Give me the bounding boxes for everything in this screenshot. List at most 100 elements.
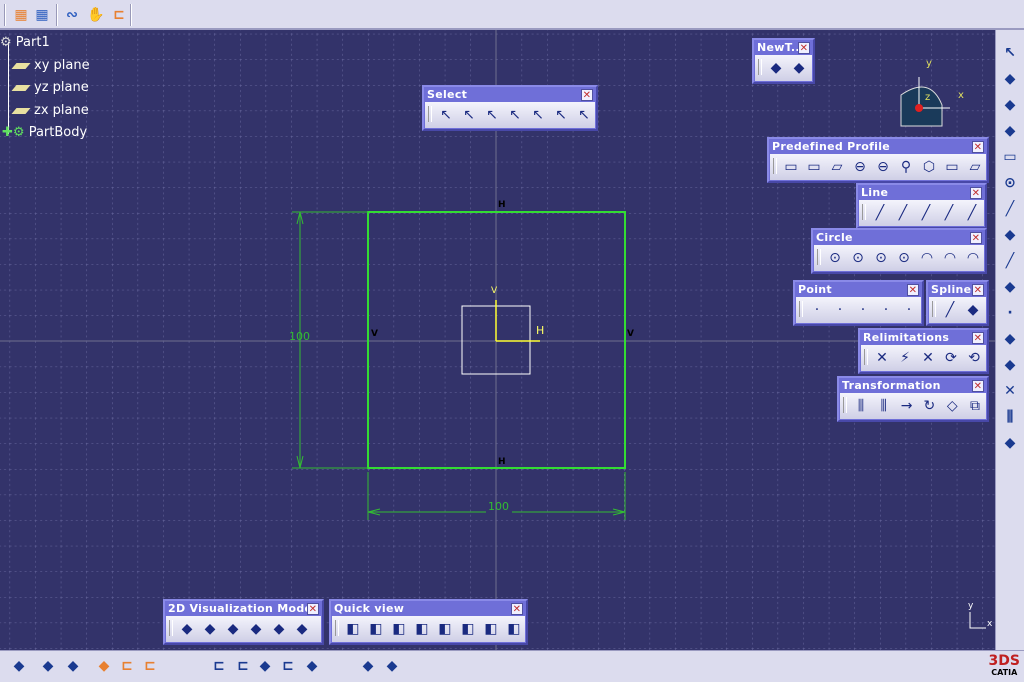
dimensional-constraints-icon[interactable]: ⊏ xyxy=(108,4,130,26)
toolbar-title[interactable]: Line ✕ xyxy=(859,186,984,200)
break-icon[interactable]: ⚡ xyxy=(894,347,916,369)
toolbar-title[interactable]: Circle ✕ xyxy=(814,231,984,245)
centered-parallelogram-icon[interactable]: ▱ xyxy=(964,156,986,178)
geometrical-constraints-icon[interactable]: ✋ xyxy=(85,4,107,26)
exit-workbench-icon[interactable]: ◆ xyxy=(999,68,1021,90)
close-toolbar-button[interactable]: ✕ xyxy=(970,187,982,199)
normal-line-icon[interactable]: ╱ xyxy=(961,202,983,224)
tree-item-part1[interactable]: ⚙ Part1 xyxy=(0,34,50,52)
sketch-icon[interactable]: ◆ xyxy=(999,94,1021,116)
circle-icon[interactable]: ⊙ xyxy=(999,172,1021,194)
select-polygon-icon[interactable]: ↖ xyxy=(504,104,526,126)
close-toolbar-button[interactable]: ✕ xyxy=(307,603,319,615)
offset-icon[interactable]: ⧉ xyxy=(964,395,986,417)
mirror-icon[interactable]: ⫼ xyxy=(850,395,872,417)
fix-together-icon[interactable]: ◆ xyxy=(93,655,115,677)
measure-icon[interactable]: ◆ xyxy=(357,655,379,677)
toolbar-title[interactable]: Relimitations ✕ xyxy=(861,331,986,345)
new-tool-icon[interactable]: ◆ xyxy=(765,57,787,79)
tree-item-zx-plane[interactable]: zx plane xyxy=(11,102,89,120)
close-toolbar-button[interactable]: ✕ xyxy=(798,42,810,54)
point-icon[interactable]: · xyxy=(999,302,1021,324)
close-toolbar-button[interactable]: ✕ xyxy=(511,603,523,615)
lock-elements-icon[interactable]: ◆ xyxy=(268,618,290,640)
close-toolbar-button[interactable]: ✕ xyxy=(907,284,919,296)
symmetry-icon[interactable]: ⫼ xyxy=(873,395,895,417)
close-toolbar-button[interactable]: ✕ xyxy=(972,380,984,392)
keyhole-icon[interactable]: ⚲ xyxy=(895,156,917,178)
rotate-icon[interactable]: ↻ xyxy=(918,395,940,417)
quick-trim-icon[interactable]: ✕ xyxy=(917,347,939,369)
close-icon[interactable]: ⟳ xyxy=(940,347,962,369)
circle-coordinates-icon[interactable]: ⊙ xyxy=(870,247,892,269)
arc-icon[interactable]: ◠ xyxy=(962,247,984,269)
visualization-icon[interactable]: ◆ xyxy=(62,655,84,677)
pickable-icon[interactable]: ◆ xyxy=(176,618,198,640)
snap-to-point-icon[interactable]: ▦ xyxy=(31,4,53,26)
toolbar-title[interactable]: Quick view ✕ xyxy=(332,602,525,616)
corner-icon[interactable]: ◆ xyxy=(999,328,1021,350)
edit-multi-constraint-icon[interactable]: ⊏ xyxy=(232,655,254,677)
toolbar-title[interactable]: Spline ✕ xyxy=(929,283,986,297)
rectangle-icon[interactable]: ▭ xyxy=(780,156,802,178)
toolbar-title[interactable]: Predefined Profile ✕ xyxy=(770,140,986,154)
diagnosis-icon[interactable]: ◆ xyxy=(291,618,313,640)
axis-icon[interactable]: ◆ xyxy=(999,276,1021,298)
dimension-vertical-value[interactable]: 100 xyxy=(289,330,310,343)
unpickable-background-icon[interactable]: ◆ xyxy=(222,618,244,640)
projection-point-icon[interactable]: · xyxy=(898,299,920,321)
ellipse-icon[interactable]: ◆ xyxy=(999,224,1021,246)
toolbar-title[interactable]: 2D Visualization Mode ✕ xyxy=(166,602,321,616)
auto-constraint-icon[interactable]: ⊏ xyxy=(116,655,138,677)
low-intensity-icon[interactable]: ◆ xyxy=(245,618,267,640)
bisecting-line-icon[interactable]: ╱ xyxy=(938,202,960,224)
constraint-icon[interactable]: ⊏ xyxy=(208,655,230,677)
three-point-arc-icon[interactable]: ◠ xyxy=(916,247,938,269)
parallelogram-icon[interactable]: ▱ xyxy=(826,156,848,178)
elongated-hole-icon[interactable]: ⊖ xyxy=(849,156,871,178)
top-view-icon[interactable]: ◧ xyxy=(457,618,479,640)
centered-rectangle-icon[interactable]: ▭ xyxy=(941,156,963,178)
right-view-icon[interactable]: ◧ xyxy=(434,618,456,640)
named-views-icon[interactable]: ◧ xyxy=(503,618,525,640)
grid-icon[interactable]: ▦ xyxy=(10,4,32,26)
toolbar-title[interactable]: NewT... ✕ xyxy=(755,41,812,55)
point-coordinates-icon[interactable]: · xyxy=(829,299,851,321)
dimension-horizontal-value[interactable]: 100 xyxy=(488,500,509,513)
connect-icon[interactable]: ◆ xyxy=(962,299,984,321)
back-view-icon[interactable]: ◧ xyxy=(388,618,410,640)
chamfer-icon[interactable]: ◆ xyxy=(999,354,1021,376)
scale-icon[interactable]: ◇ xyxy=(941,395,963,417)
front-view-icon[interactable]: ◧ xyxy=(365,618,387,640)
trim-icon[interactable]: ✕ xyxy=(871,347,893,369)
tree-item-partbody[interactable]: ✚⚙ PartBody xyxy=(2,124,87,142)
scan-icon[interactable]: ◆ xyxy=(381,655,403,677)
construction-elements-icon[interactable]: ∾ xyxy=(61,4,83,26)
sketch-analysis-icon[interactable]: ◆ xyxy=(8,655,30,677)
bi-tangent-line-icon[interactable]: ╱ xyxy=(915,202,937,224)
rectangle-icon[interactable]: ▭ xyxy=(999,146,1021,168)
select-freehand-icon[interactable]: ↖ xyxy=(527,104,549,126)
select-icon[interactable]: ↖ xyxy=(999,42,1021,64)
toolbar-title[interactable]: Transformation ✕ xyxy=(840,379,986,393)
point-icon[interactable]: · xyxy=(806,299,828,321)
line-icon[interactable]: ╱ xyxy=(869,202,891,224)
infinite-line-icon[interactable]: ╱ xyxy=(892,202,914,224)
line-icon[interactable]: ╱ xyxy=(999,250,1021,272)
select-box-icon[interactable]: ↖ xyxy=(458,104,480,126)
tri-tangent-circle-icon[interactable]: ⊙ xyxy=(893,247,915,269)
hexagon-icon[interactable]: ⬡ xyxy=(918,156,940,178)
translate-icon[interactable]: → xyxy=(896,395,918,417)
cut-part-icon[interactable]: ◆ xyxy=(37,655,59,677)
left-view-icon[interactable]: ◧ xyxy=(411,618,433,640)
profile-icon[interactable]: ◆ xyxy=(999,120,1021,142)
circle-icon[interactable]: ⊙ xyxy=(824,247,846,269)
diagnosis-icon[interactable]: ◆ xyxy=(301,655,323,677)
cylindrical-elongated-hole-icon[interactable]: ⊖ xyxy=(872,156,894,178)
select-arrow-icon[interactable]: ↖ xyxy=(435,104,457,126)
bottom-view-icon[interactable]: ◧ xyxy=(480,618,502,640)
select-intersect-icon[interactable]: ↖ xyxy=(481,104,503,126)
select-intersect-outside-icon[interactable]: ↖ xyxy=(573,104,595,126)
hide-constraints-icon[interactable]: ⊏ xyxy=(277,655,299,677)
mirror-icon[interactable]: ⫼ xyxy=(999,406,1021,428)
